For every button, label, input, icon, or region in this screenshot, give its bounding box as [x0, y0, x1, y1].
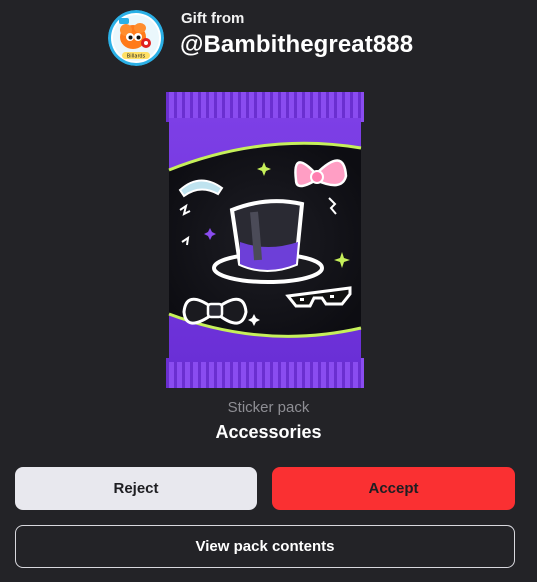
reject-button[interactable]: Reject: [15, 467, 257, 510]
pack-name-title: Accessories: [215, 422, 322, 442]
svg-text:Billards: Billards: [127, 54, 146, 60]
gift-from-label: Gift from: [181, 10, 245, 27]
pack-illustration: [166, 92, 364, 388]
sticker-pack-image[interactable]: [166, 92, 364, 388]
gift-dialog: Billards Gift from @Bambithegreat888 Sti…: [0, 0, 537, 582]
sender-avatar: Billards: [108, 10, 164, 66]
accept-button[interactable]: Accept: [272, 467, 515, 510]
pack-type-label: Sticker pack: [227, 399, 310, 416]
avatar-image: Billards: [108, 10, 164, 66]
view-pack-contents-button[interactable]: View pack contents: [15, 525, 515, 568]
sender-username: @Bambithegreat888: [180, 31, 414, 58]
